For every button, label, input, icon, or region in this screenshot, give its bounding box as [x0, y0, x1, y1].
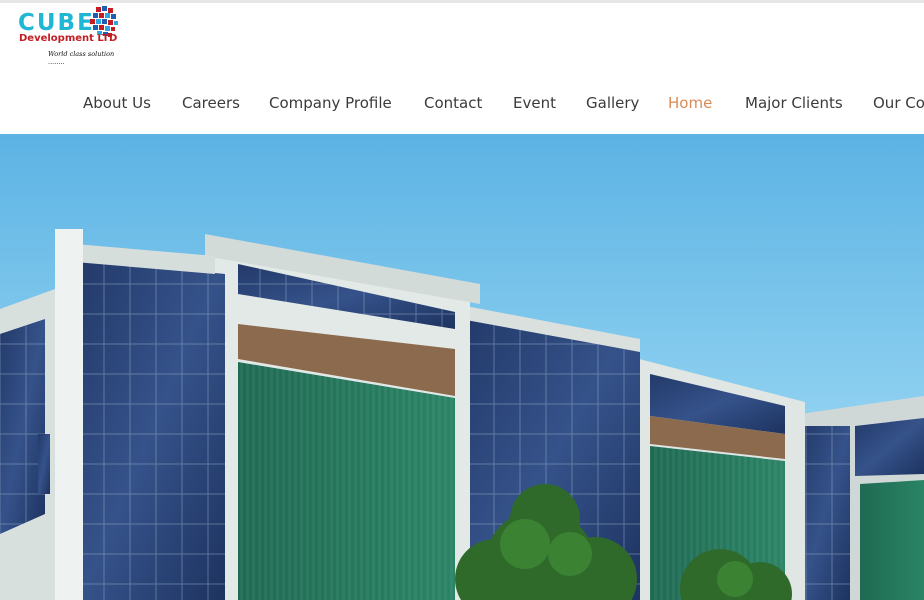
nav-contact[interactable]: Contact — [424, 94, 482, 112]
site-header: CUBE Development LTD World class solutio… — [0, 3, 924, 134]
nav-company-profile[interactable]: Company Profile — [269, 94, 392, 112]
office-building-image — [0, 134, 924, 600]
nav-home[interactable]: Home — [668, 94, 712, 112]
hero-banner — [0, 134, 924, 600]
nav-careers[interactable]: Careers — [182, 94, 240, 112]
nav-event[interactable]: Event — [513, 94, 556, 112]
nav-about-us[interactable]: About Us — [83, 94, 151, 112]
main-nav: About Us Careers Company Profile Contact… — [0, 3, 924, 134]
nav-gallery[interactable]: Gallery — [586, 94, 639, 112]
nav-our-co[interactable]: Our Co — [873, 94, 924, 112]
nav-major-clients[interactable]: Major Clients — [745, 94, 843, 112]
